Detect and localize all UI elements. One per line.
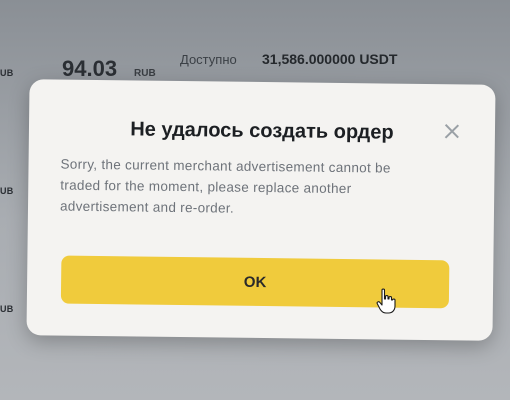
row-currency-label: UB (0, 68, 14, 78)
available-value: 31,586.000000 USDT (262, 51, 398, 67)
hand-pointer-icon (376, 288, 396, 314)
dialog-message: Sorry, the current merchant advertisemen… (59, 156, 391, 216)
close-icon[interactable] (443, 122, 461, 140)
error-dialog: Не удалось создать ордер Sorry, the curr… (26, 79, 496, 341)
price-value: 94.03 (62, 56, 118, 81)
dialog-title: Не удалось создать ордер (130, 118, 394, 144)
row-currency-label: UB (0, 186, 14, 196)
price-currency: RUB (134, 68, 156, 79)
row-currency-label: UB (0, 304, 14, 314)
available-label: Доступно (180, 52, 237, 67)
